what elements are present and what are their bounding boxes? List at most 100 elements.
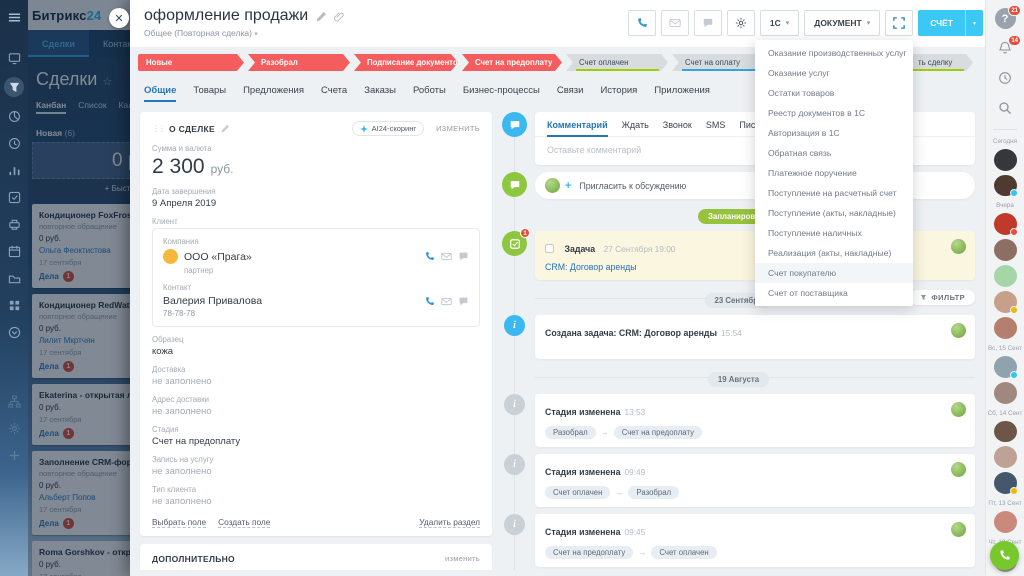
tab-invoices[interactable]: Счета <box>321 85 347 102</box>
settings-icon[interactable] <box>6 420 22 436</box>
phone-icon[interactable] <box>424 251 435 262</box>
avatar[interactable] <box>994 356 1017 378</box>
tab-apps[interactable]: Приложения <box>654 85 710 102</box>
crm-funnel-icon[interactable] <box>4 77 24 97</box>
apps-icon[interactable] <box>6 297 22 313</box>
notifications-bell-button[interactable]: 14 <box>994 38 1016 59</box>
invoice-button[interactable]: СЧЁТ▾ <box>918 10 983 36</box>
composer-tab-wait[interactable]: Ждать <box>622 120 649 130</box>
fullscreen-button[interactable] <box>885 10 913 36</box>
calendar-icon[interactable] <box>6 243 22 259</box>
chat-button[interactable] <box>694 10 722 36</box>
menu-item[interactable]: Оказание услуг <box>755 63 913 83</box>
add-icon[interactable] <box>6 447 22 463</box>
ai-scoring-badge[interactable]: AI24-скоринг <box>352 121 424 136</box>
close-icon[interactable]: ✕ <box>109 8 129 28</box>
field-sample[interactable]: Образецкожа <box>152 335 480 357</box>
menu-item[interactable]: Платежное поручение <box>755 163 913 183</box>
field-sum[interactable]: Сумма и валюта 2 300руб. <box>152 144 480 179</box>
avatar[interactable] <box>994 511 1017 533</box>
field-stage[interactable]: СтадияСчет на предоплату <box>152 425 480 447</box>
entry-card[interactable]: Стадия изменена13:53 Разобрал→Счет на пр… <box>535 394 975 447</box>
edit-pencil-icon[interactable] <box>315 11 326 22</box>
avatar[interactable] <box>994 382 1017 404</box>
help-button[interactable]: ?21 <box>994 8 1016 29</box>
contact-name-link[interactable]: Валерия Привалова <box>163 295 262 307</box>
entry-card[interactable]: Стадия изменена09:45 Счет на предоплату→… <box>535 514 975 567</box>
structure-icon[interactable] <box>6 393 22 409</box>
menu-item[interactable]: Реестр документов в 1С <box>755 103 913 123</box>
menu-item[interactable]: Счет покупателю <box>755 263 913 283</box>
menu-item[interactable]: Счет от поставщика <box>755 283 913 303</box>
field-service-booking[interactable]: Запись на услугуне заполнено <box>152 455 480 477</box>
search-button[interactable] <box>994 98 1016 119</box>
live-feed-icon[interactable] <box>6 50 22 66</box>
history-button[interactable] <box>994 68 1016 89</box>
field-client-type[interactable]: Тип клиентане заполнено <box>152 485 480 507</box>
field-delivery-address[interactable]: Адрес доставкине заполнено <box>152 395 480 417</box>
avatar[interactable] <box>994 175 1017 197</box>
mail-icon[interactable] <box>441 251 452 262</box>
tab-products[interactable]: Товары <box>193 85 226 102</box>
more-icon[interactable] <box>6 324 22 340</box>
avatar[interactable] <box>994 265 1017 287</box>
invoice-split-caret[interactable]: ▾ <box>965 10 983 36</box>
avatar[interactable] <box>994 213 1017 235</box>
stage-pill[interactable]: Счет оплачен <box>566 54 668 71</box>
time-icon[interactable] <box>6 135 22 151</box>
menu-item[interactable]: Остатки товаров <box>755 83 913 103</box>
tab-links[interactable]: Связи <box>557 85 584 102</box>
drag-handle-icon[interactable]: ⋮⋮ <box>152 124 164 133</box>
document-dropdown-button[interactable]: ДОКУМЕНТ▾ <box>804 10 880 36</box>
edit-section-icon[interactable] <box>220 124 229 133</box>
company-name-link[interactable]: ООО «Прага» <box>184 251 252 263</box>
drive-icon[interactable] <box>6 270 22 286</box>
phone-icon[interactable] <box>424 296 435 307</box>
menu-item[interactable]: Оказание производственных услуг <box>755 43 913 63</box>
menu-item[interactable]: Поступление (акты, накладные) <box>755 203 913 223</box>
menu-item[interactable]: Обратная связь <box>755 143 913 163</box>
avatar[interactable] <box>994 291 1017 313</box>
delete-section-link[interactable]: Удалить раздел <box>419 517 480 528</box>
avatar[interactable] <box>994 421 1017 443</box>
menu-item[interactable]: Поступление на расчетный счет <box>755 183 913 203</box>
printer-icon[interactable] <box>6 216 22 232</box>
menu-item[interactable]: Реализация (акты, накладные) <box>755 243 913 263</box>
create-field-link[interactable]: Создать поле <box>218 517 270 528</box>
tab-general[interactable]: Общие <box>144 85 176 102</box>
field-delivery[interactable]: Доставкане заполнено <box>152 365 480 387</box>
tab-history[interactable]: История <box>600 85 637 102</box>
marketing-icon[interactable] <box>6 108 22 124</box>
field-close-date[interactable]: Дата завершения 9 Апреля 2019 <box>152 187 480 209</box>
avatar[interactable] <box>994 317 1017 339</box>
mail-icon[interactable] <box>441 296 452 307</box>
select-field-link[interactable]: Выбрать поле <box>152 517 206 528</box>
entry-card[interactable]: Создана задача: CRM: Договор аренды15:54 <box>535 315 975 359</box>
stage-pill[interactable]: Счет на предоплату <box>462 54 562 71</box>
tab-quotes[interactable]: Предложения <box>243 85 304 102</box>
edit-link[interactable]: ИЗМЕНИТЬ <box>436 124 480 133</box>
timeline-filter-button[interactable]: ФИЛЬТР <box>910 290 975 305</box>
avatar[interactable] <box>994 239 1017 261</box>
avatar[interactable] <box>994 472 1017 494</box>
chat-icon[interactable] <box>458 296 469 307</box>
composer-tab-sms[interactable]: SMS <box>706 120 726 130</box>
stage-pill[interactable]: Новые <box>138 54 244 71</box>
stage-pill[interactable]: Подписание документов <box>354 54 458 71</box>
call-fab-button[interactable] <box>990 541 1019 570</box>
menu-item[interactable]: Поступление наличных <box>755 223 913 243</box>
mail-button[interactable] <box>661 10 689 36</box>
tab-robots[interactable]: Роботы <box>413 85 446 102</box>
tasks-icon[interactable] <box>6 189 22 205</box>
composer-tab-call[interactable]: Звонок <box>663 120 692 130</box>
task-checkbox[interactable] <box>545 244 554 253</box>
menu-item[interactable]: Авторизация в 1С <box>755 123 913 143</box>
avatar[interactable] <box>994 446 1017 468</box>
avatar[interactable] <box>994 149 1017 171</box>
1c-dropdown-button[interactable]: 1С▾ <box>760 10 799 36</box>
tab-orders[interactable]: Заказы <box>364 85 396 102</box>
reports-icon[interactable] <box>6 162 22 178</box>
edit-link[interactable]: изменить <box>445 554 480 564</box>
stage-pill[interactable]: Разобрал <box>248 54 350 71</box>
paperclip-icon[interactable] <box>333 11 344 22</box>
